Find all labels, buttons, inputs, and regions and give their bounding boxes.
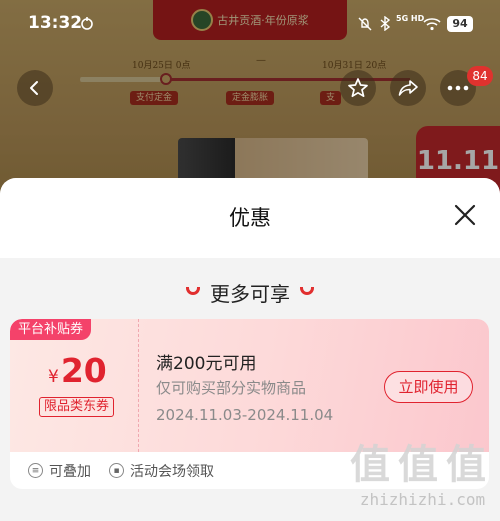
favorite-button[interactable] [340, 70, 376, 106]
sheet-header: 优惠 [0, 178, 500, 258]
share-icon [398, 80, 418, 96]
bluetooth-icon [380, 16, 391, 31]
coupon-valid-dates: 2024.11.03-2024.11.04 [156, 406, 334, 424]
close-button[interactable] [450, 200, 480, 230]
status-bar: 13:32 5G HD 94 [0, 0, 500, 50]
close-icon [454, 204, 476, 226]
back-button[interactable] [17, 70, 53, 106]
smile-icon [300, 286, 314, 295]
section-title: 更多可享 [0, 278, 500, 307]
network-type: 5G HD [396, 14, 425, 23]
notification-badge: 84 [467, 66, 493, 86]
currency-symbol: ¥ [48, 367, 59, 387]
app-notification-icon [81, 17, 93, 30]
chevron-left-icon [30, 81, 38, 95]
use-now-button[interactable]: 立即使用 [384, 371, 473, 403]
coupon-category-tag: 限品类东券 [39, 397, 115, 417]
more-dots-icon [447, 85, 469, 91]
watermark-text: zhizhizhi.com [359, 490, 486, 509]
star-icon [348, 78, 368, 98]
coupon-condition: 满200元可用 [156, 354, 257, 374]
coupon-scope: 仅可购买部分实物商品 [156, 379, 307, 397]
battery-level: 94 [447, 16, 473, 32]
coupon-divider [138, 319, 139, 452]
smile-icon [186, 286, 200, 295]
wifi-icon [423, 18, 441, 31]
coupon-value: 20 [60, 351, 107, 390]
watermark-logo-icon: 值 [398, 442, 438, 488]
watermark-logo-icon: 值 [446, 442, 486, 488]
section-title-text: 更多可享 [210, 282, 290, 306]
stack-icon: ≡ [28, 463, 43, 478]
coupon-type-tag: 平台补贴券 [10, 319, 92, 340]
share-button[interactable] [390, 70, 426, 106]
feature-venue: ▪ 活动会场领取 [109, 461, 214, 481]
coupon-amount: ¥ 20 [48, 351, 107, 390]
feature-stackable: ≡ 可叠加 [28, 461, 91, 481]
watermark-logo-icon: 值 [350, 442, 390, 488]
sheet-title: 优惠 [229, 206, 271, 230]
status-time: 13:32 [28, 13, 83, 33]
feature-label: 可叠加 [49, 463, 91, 480]
venue-icon: ▪ [109, 463, 124, 478]
site-watermark: 值 值 值 zhizhizhi.com [350, 432, 495, 516]
feature-label: 活动会场领取 [130, 463, 214, 480]
mute-icon [358, 17, 372, 31]
